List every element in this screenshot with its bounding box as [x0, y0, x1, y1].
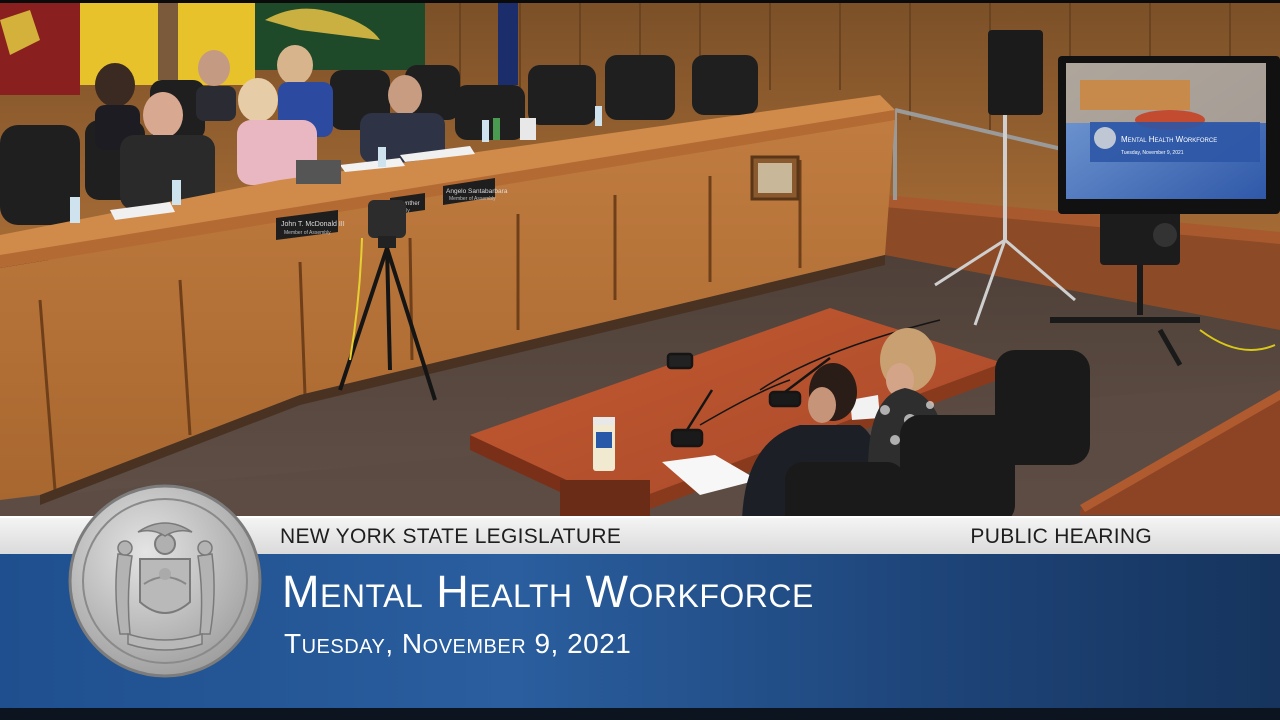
- svg-text:Mental Health Workforce: Mental Health Workforce: [1121, 135, 1217, 144]
- hearing-date: Tuesday, November 9, 2021: [284, 628, 632, 659]
- organization-label: NEW YORK STATE LEGISLATURE: [280, 525, 622, 548]
- monitor: Mental Health Workforce Tuesday, Novembe…: [1058, 56, 1280, 214]
- event-type-label: PUBLIC HEARING: [970, 525, 1152, 548]
- svg-text:Angelo Santabarbara: Angelo Santabarbara: [446, 188, 508, 195]
- hearing-video-frame: John T. McDonald III Member of Assembly …: [0, 0, 1280, 720]
- band-bottom-edge: [0, 708, 1280, 720]
- lower-third-banner: NEW YORK STATE LEGISLATURE PUBLIC HEARIN…: [0, 484, 1280, 720]
- svg-text:John T. McDonald III: John T. McDonald III: [281, 221, 345, 228]
- flag: [498, 0, 518, 85]
- svg-text:Member of Assembly: Member of Assembly: [449, 196, 496, 202]
- svg-text:Member of Assembly: Member of Assembly: [284, 230, 331, 236]
- hearing-title: Mental Health Workforce: [282, 566, 814, 617]
- svg-text:Tuesday, November 9, 2021: Tuesday, November 9, 2021: [1121, 150, 1184, 156]
- state-seal-icon: [68, 484, 262, 678]
